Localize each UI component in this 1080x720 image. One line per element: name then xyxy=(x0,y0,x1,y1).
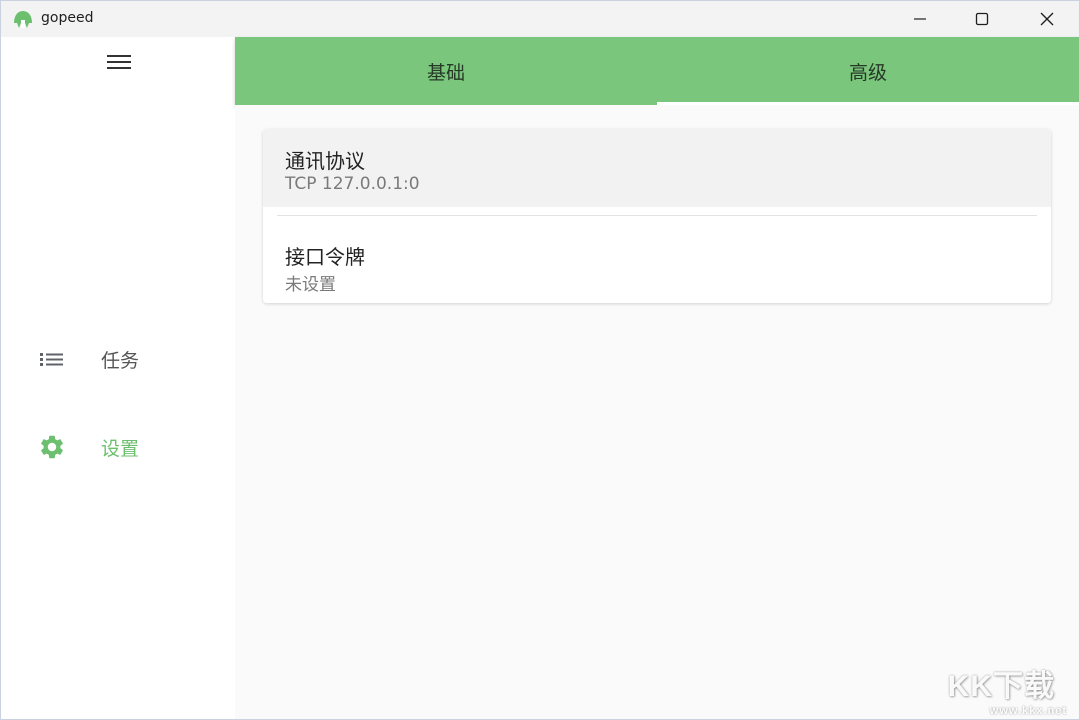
maximize-icon xyxy=(975,12,989,26)
menu-button[interactable] xyxy=(99,49,139,75)
sidebar-item-tasks[interactable]: 任务 xyxy=(1,333,235,385)
app-title: gopeed xyxy=(41,10,94,26)
settings-tab-bar: 基础 高级 xyxy=(235,37,1079,105)
close-button[interactable] xyxy=(1024,1,1070,37)
list-icon xyxy=(38,345,66,373)
setting-title: 接口令牌 xyxy=(285,245,365,269)
sidebar-item-label: 设置 xyxy=(101,437,140,460)
hamburger-menu-icon xyxy=(107,55,131,69)
settings-content: 通讯协议 TCP 127.0.0.1:0 接口令牌 未设置 xyxy=(235,105,1079,719)
minimize-icon xyxy=(914,18,926,20)
minimize-button[interactable] xyxy=(897,1,943,37)
maximize-button[interactable] xyxy=(959,1,1005,37)
setting-title: 通讯协议 xyxy=(285,149,365,173)
divider xyxy=(277,215,1037,216)
setting-api-token[interactable]: 接口令牌 未设置 xyxy=(263,219,1051,303)
sidebar-item-settings[interactable]: 设置 xyxy=(1,421,235,473)
close-icon xyxy=(1040,12,1054,26)
tab-basic[interactable]: 基础 xyxy=(235,37,657,105)
sidebar-item-label: 任务 xyxy=(101,349,140,372)
sidebar: 任务 设置 xyxy=(1,37,235,719)
setting-value: 未设置 xyxy=(285,275,336,295)
gear-icon xyxy=(38,433,66,461)
settings-card: 通讯协议 TCP 127.0.0.1:0 接口令牌 未设置 xyxy=(263,129,1051,303)
setting-protocol[interactable]: 通讯协议 TCP 127.0.0.1:0 xyxy=(263,129,1051,207)
title-bar: gopeed xyxy=(1,1,1079,37)
tab-advanced[interactable]: 高级 xyxy=(657,37,1079,105)
setting-value: TCP 127.0.0.1:0 xyxy=(285,174,420,194)
gopeed-logo-icon xyxy=(14,11,32,28)
app-window: gopeed 任务 设置 基础 高级 通讯协议 TCP 127.0.0.1:0 … xyxy=(0,0,1080,720)
